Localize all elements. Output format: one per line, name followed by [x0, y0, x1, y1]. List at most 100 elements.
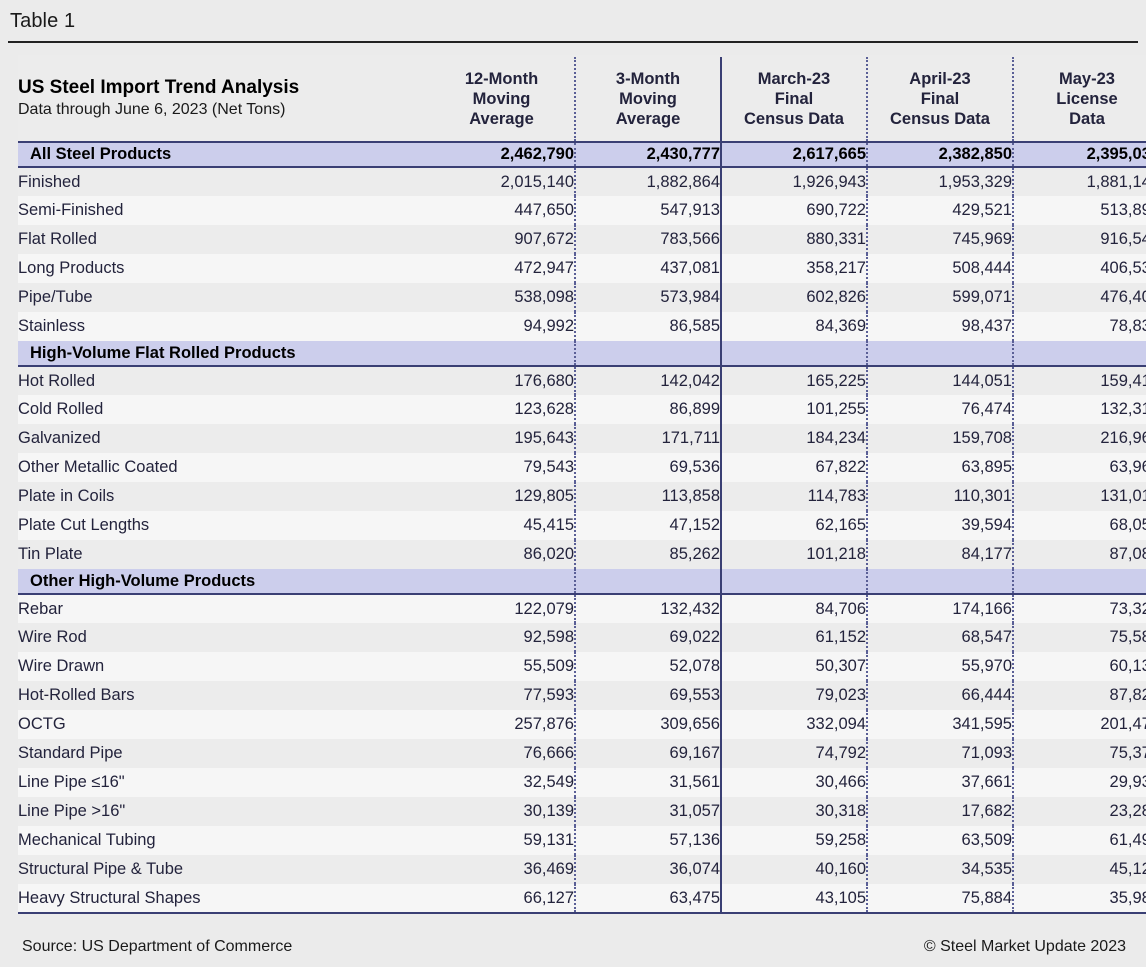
- header-line-1: 3-Month: [616, 70, 680, 88]
- cell-may23: 216,966: [1013, 424, 1146, 453]
- cell-mar23: 880,331: [721, 225, 867, 254]
- cell-may23: 159,410: [1013, 366, 1146, 395]
- table-title-cell: US Steel Import Trend Analysis Data thro…: [18, 56, 429, 142]
- cell-may23: 513,893: [1013, 196, 1146, 225]
- row-label: Structural Pipe & Tube: [18, 855, 429, 884]
- row-label: Cold Rolled: [18, 395, 429, 424]
- cell-apr23: 68,547: [867, 623, 1013, 652]
- cell-apr23: [867, 569, 1013, 594]
- cell-mov3: 69,553: [575, 681, 721, 710]
- row-label: Semi-Finished: [18, 196, 429, 225]
- cell-mov12: [429, 341, 575, 366]
- cell-apr23: 71,093: [867, 739, 1013, 768]
- cell-mov12: 77,593: [429, 681, 575, 710]
- row-label: Heavy Structural Shapes: [18, 884, 429, 913]
- cell-mar23: 62,165: [721, 511, 867, 540]
- cell-mov12: 76,666: [429, 739, 575, 768]
- cell-mov3: 1,882,864: [575, 167, 721, 196]
- table-row: Cold Rolled123,62886,899101,25576,474132…: [18, 395, 1146, 424]
- column-header-may-23-license-data: May-23 License Data: [1013, 56, 1146, 142]
- table-row: Galvanized195,643171,711184,234159,70821…: [18, 424, 1146, 453]
- header-line-3: Census Data: [744, 110, 844, 128]
- cell-apr23: 429,521: [867, 196, 1013, 225]
- cell-mov12: 92,598: [429, 623, 575, 652]
- header-line-3: Data: [1069, 110, 1105, 128]
- header-line-2: Final: [775, 90, 814, 108]
- cell-may23: 68,050: [1013, 511, 1146, 540]
- cell-apr23: 66,444: [867, 681, 1013, 710]
- table-section-row: High-Volume Flat Rolled Products: [18, 341, 1146, 366]
- table-row: Line Pipe ≤16"32,54931,56130,46637,66129…: [18, 768, 1146, 797]
- cell-mar23: 84,706: [721, 594, 867, 623]
- cell-apr23: 174,166: [867, 594, 1013, 623]
- row-label: Plate in Coils: [18, 482, 429, 511]
- column-header-12-month-moving-average: 12-Month Moving Average: [429, 56, 575, 142]
- cell-mar23: 59,258: [721, 826, 867, 855]
- cell-mar23: 1,926,943: [721, 167, 867, 196]
- cell-may23: 476,405: [1013, 283, 1146, 312]
- header-line-2: License: [1056, 90, 1117, 108]
- cell-mov12: 36,469: [429, 855, 575, 884]
- row-label: Pipe/Tube: [18, 283, 429, 312]
- cell-apr23: 37,661: [867, 768, 1013, 797]
- row-label: Galvanized: [18, 424, 429, 453]
- cell-mov3: 171,711: [575, 424, 721, 453]
- table-row: Plate in Coils129,805113,858114,783110,3…: [18, 482, 1146, 511]
- cell-mov12: 32,549: [429, 768, 575, 797]
- cell-mov3: 573,984: [575, 283, 721, 312]
- cell-may23: 63,964: [1013, 453, 1146, 482]
- table-row: Finished2,015,1401,882,8641,926,9431,953…: [18, 167, 1146, 196]
- cell-mar23: [721, 569, 867, 594]
- column-header-april-23-final-census-data: April-23 Final Census Data: [867, 56, 1013, 142]
- header-line-2: Final: [921, 90, 960, 108]
- cell-may23: 87,087: [1013, 540, 1146, 569]
- table-section-row: Other High-Volume Products: [18, 569, 1146, 594]
- cell-mov3: 57,136: [575, 826, 721, 855]
- section-label: Other High-Volume Products: [18, 569, 429, 594]
- cell-may23: 201,472: [1013, 710, 1146, 739]
- row-label: Long Products: [18, 254, 429, 283]
- header-line-1: 12-Month: [465, 70, 538, 88]
- cell-apr23: 144,051: [867, 366, 1013, 395]
- cell-mov3: 85,262: [575, 540, 721, 569]
- cell-apr23: 110,301: [867, 482, 1013, 511]
- table-row: Wire Drawn55,50952,07850,30755,97060,136: [18, 652, 1146, 681]
- cell-mov3: 113,858: [575, 482, 721, 511]
- table-row: Standard Pipe76,66669,16774,79271,09375,…: [18, 739, 1146, 768]
- cell-apr23: 1,953,329: [867, 167, 1013, 196]
- table-row: Long Products472,947437,081358,217508,44…: [18, 254, 1146, 283]
- cell-mar23: 602,826: [721, 283, 867, 312]
- row-label: Other Metallic Coated: [18, 453, 429, 482]
- table-row: Wire Rod92,59869,02261,15268,54775,585: [18, 623, 1146, 652]
- cell-may23: 131,018: [1013, 482, 1146, 511]
- table-header: US Steel Import Trend Analysis Data thro…: [18, 56, 1146, 142]
- cell-mov12: 176,680: [429, 366, 575, 395]
- section-label: All Steel Products: [18, 142, 429, 167]
- cell-apr23: 159,708: [867, 424, 1013, 453]
- cell-mar23: 43,105: [721, 884, 867, 913]
- row-label: Hot Rolled: [18, 366, 429, 395]
- cell-apr23: 745,969: [867, 225, 1013, 254]
- cell-may23: 87,821: [1013, 681, 1146, 710]
- cell-mar23: 40,160: [721, 855, 867, 884]
- cell-apr23: 34,535: [867, 855, 1013, 884]
- cell-apr23: 63,895: [867, 453, 1013, 482]
- header-row: US Steel Import Trend Analysis Data thro…: [18, 56, 1146, 142]
- cell-mov3: 47,152: [575, 511, 721, 540]
- cell-mov3: 547,913: [575, 196, 721, 225]
- cell-mov12: 447,650: [429, 196, 575, 225]
- cell-apr23: 599,071: [867, 283, 1013, 312]
- cell-apr23: 341,595: [867, 710, 1013, 739]
- table-row: Structural Pipe & Tube36,46936,07440,160…: [18, 855, 1146, 884]
- cell-mar23: 61,152: [721, 623, 867, 652]
- cell-mov3: 69,167: [575, 739, 721, 768]
- cell-may23: 2,395,039: [1013, 142, 1146, 167]
- cell-mar23: 690,722: [721, 196, 867, 225]
- cell-may23: 60,136: [1013, 652, 1146, 681]
- cell-apr23: [867, 341, 1013, 366]
- table-row: Hot Rolled176,680142,042165,225144,05115…: [18, 366, 1146, 395]
- cell-mov12: 2,015,140: [429, 167, 575, 196]
- cell-may23: 1,881,146: [1013, 167, 1146, 196]
- cell-mar23: 114,783: [721, 482, 867, 511]
- cell-apr23: 76,474: [867, 395, 1013, 424]
